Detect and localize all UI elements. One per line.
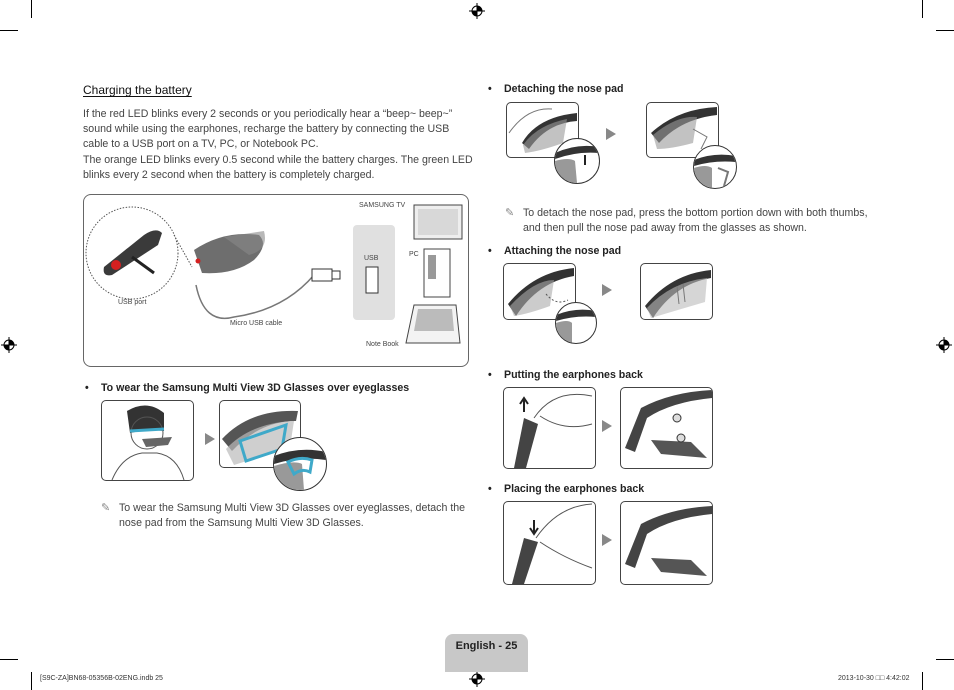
illustration-attach-step-2 [640, 263, 713, 320]
registration-mark-icon [469, 3, 485, 19]
arrow-icon [602, 420, 612, 432]
label-micro-usb-cable: Micro USB cable [230, 320, 283, 327]
bullet-icon: • [488, 83, 492, 95]
crop-mark [31, 672, 32, 690]
bullet-over-eyeglasses: • To wear the Samsung Multi View 3D Glass… [85, 382, 409, 394]
bullet-label: Putting the earphones back [504, 369, 643, 381]
crop-mark [0, 30, 18, 31]
illustration-putting-back-step-1 [503, 387, 596, 469]
illustration-placing-back-step-2 [620, 501, 713, 585]
note-detaching: ✎ To detach the nose pad, press the bott… [505, 206, 885, 236]
bullet-label: Attaching the nose pad [504, 245, 622, 257]
crop-mark [922, 0, 923, 18]
crop-mark [922, 672, 923, 690]
crop-mark [936, 30, 954, 31]
bullet-icon: • [488, 245, 492, 257]
bullet-label: To wear the Samsung Multi View 3D Glasse… [101, 382, 410, 394]
illustration-detach-closeup-1 [554, 138, 600, 184]
crop-mark [936, 659, 954, 660]
page-number: English - 25 [455, 640, 518, 652]
charging-diagram: USB port Micro USB cable SAMSUNG TV USB … [83, 194, 469, 367]
illustration-person-wearing-glasses [101, 400, 194, 481]
bullet-placing-earphones-back: • Placing the earphones back [488, 483, 644, 495]
section-title: Charging the battery [83, 83, 192, 97]
registration-mark-icon [1, 337, 17, 353]
print-timestamp: 2013-10-30 □□ 4:42:02 [838, 675, 910, 682]
crop-mark [0, 659, 18, 660]
label-usb: USB [364, 255, 379, 262]
arrow-icon [602, 534, 612, 546]
note-pencil-icon: ✎ [101, 502, 111, 514]
bullet-detaching-nose-pad: • Detaching the nose pad [488, 83, 624, 95]
file-slug: [S9C-ZA]BN68-05356B-02ENG.indb 25 [40, 675, 163, 682]
label-usb-port: USB port [118, 299, 147, 306]
paragraph-led-status: The orange LED blinks every 0.5 second w… [83, 154, 473, 181]
bullet-icon: • [85, 382, 89, 394]
bullet-icon: • [488, 369, 492, 381]
note-pencil-icon: ✎ [505, 207, 515, 219]
note-text: To detach the nose pad, press the bottom… [523, 207, 868, 234]
registration-mark-icon [936, 337, 952, 353]
crop-mark [31, 0, 32, 18]
bullet-attaching-nose-pad: • Attaching the nose pad [488, 245, 621, 257]
bullet-label: Detaching the nose pad [504, 83, 624, 95]
charging-illustration [85, 204, 463, 344]
registration-mark-icon [469, 671, 485, 687]
label-samsung-tv: SAMSUNG TV [359, 202, 406, 209]
arrow-icon [602, 284, 612, 296]
illustration-placing-back-step-1 [503, 501, 596, 585]
arrow-icon [205, 433, 215, 445]
bullet-label: Placing the earphones back [504, 483, 645, 495]
bullet-putting-earphones-back: • Putting the earphones back [488, 369, 643, 381]
paragraph-recharge: If the red LED blinks every 2 seconds or… [83, 108, 453, 150]
red-led-icon [111, 260, 121, 270]
bullet-icon: • [488, 483, 492, 495]
illustration-putting-back-step-2 [620, 387, 713, 469]
arrow-icon [606, 128, 616, 140]
illustration-detach-closeup-2 [693, 145, 737, 189]
label-pc: PC [409, 251, 419, 258]
page-number-tab: English - 25 [445, 634, 528, 672]
note-over-eyeglasses: ✎ To wear the Samsung Multi View 3D Glas… [101, 501, 471, 531]
illustration-attach-closeup [555, 302, 597, 344]
illustration-closeup-circle [273, 437, 327, 491]
label-note-book: Note Book [366, 341, 399, 348]
note-text: To wear the Samsung Multi View 3D Glasse… [119, 502, 466, 529]
